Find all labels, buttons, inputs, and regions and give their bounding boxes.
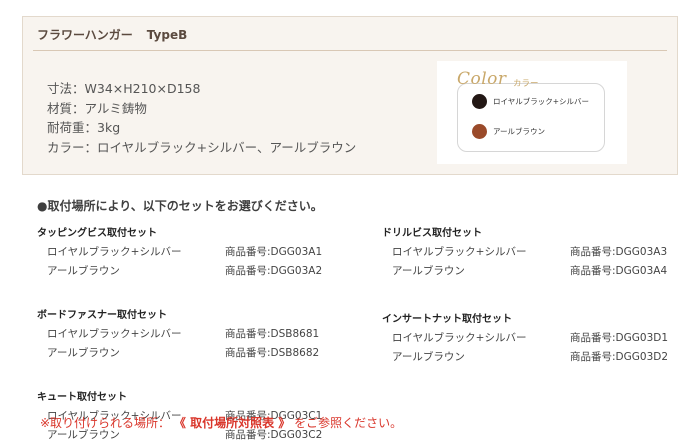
product-number-value: DGG03A2 xyxy=(270,265,323,277)
product-number-prefix: 商品番号: xyxy=(225,347,271,359)
swatch-brown xyxy=(472,124,487,139)
set-item-row: ロイヤルブラック+シルバー 商品番号:DGG03D1 xyxy=(382,329,692,348)
product-number-value: DSB8682 xyxy=(270,347,320,359)
set-group: インサートナット取付セット ロイヤルブラック+シルバー 商品番号:DGG03D1 アー… xyxy=(382,311,692,367)
product-number-prefix: 商品番号: xyxy=(570,265,616,277)
spec-title: フラワーハンガー TypeB xyxy=(37,26,187,43)
swatch-black-silver xyxy=(472,94,487,109)
swatch-label: アールブラウン xyxy=(493,127,546,136)
item-product-number: 商品番号:DGG03A4 xyxy=(570,262,667,281)
product-number-prefix: 商品番号: xyxy=(225,265,271,277)
product-number-prefix: 商品番号: xyxy=(225,246,271,258)
product-number-value: DGG03A1 xyxy=(270,246,323,258)
set-group: タッピングビス取付セット ロイヤルブラック+シルバー 商品番号:DGG03A1 アール… xyxy=(37,225,367,281)
product-type: TypeB xyxy=(146,28,188,42)
item-color-name: ロイヤルブラック+シルバー xyxy=(47,328,182,340)
set-item-row: ロイヤルブラック+シルバー 商品番号:DGG03A1 xyxy=(37,243,367,262)
set-group: ドリルビス取付セット ロイヤルブラック+シルバー 商品番号:DGG03A3 アールブラ… xyxy=(382,225,692,281)
item-product-number: 商品番号:DGG03A1 xyxy=(225,243,322,262)
product-number-value: DSB8681 xyxy=(270,328,320,340)
spec-colors: カラー：ロイヤルブラック+シルバー、アールブラウン xyxy=(47,139,357,155)
set-title: キュート取付セット xyxy=(37,392,127,403)
footer-note: ※取り付けられる場所： 《 取付場所対照表 》 をご参照ください。 xyxy=(40,414,402,431)
spec-divider xyxy=(33,50,667,51)
set-group: ボードファスナー取付セット ロイヤルブラック+シルバー 商品番号:DSB8681 アー… xyxy=(37,307,367,363)
color-heading-kana: カラー xyxy=(513,79,539,89)
footer-prefix: ※取り付けられる場所： xyxy=(40,416,171,430)
swatch-label: ロイヤルブラック+シルバー xyxy=(493,97,590,106)
set-item-row: アールブラウン 商品番号:DGG03A4 xyxy=(382,262,692,281)
product-number-value: DGG03A3 xyxy=(615,246,668,258)
swatch-row-brown: アールブラウン xyxy=(472,124,545,139)
spec-dimensions: 寸法：W34×H210×D158 xyxy=(47,81,201,96)
color-card: ロイヤルブラック+シルバー アールブラウン xyxy=(457,83,605,152)
spec-material: 材質：アルミ鋳物 xyxy=(47,100,147,116)
item-color-name: アールブラウン xyxy=(392,351,465,363)
set-item-row: アールブラウン 商品番号:DSB8682 xyxy=(37,344,367,363)
item-product-number: 商品番号:DGG03D2 xyxy=(570,348,668,367)
spec-load-capacity: 耐荷重：3kg xyxy=(47,120,121,135)
product-name: フラワーハンガー xyxy=(37,28,133,42)
set-item-row: アールブラウン 商品番号:DGG03D2 xyxy=(382,348,692,367)
item-color-name: アールブラウン xyxy=(47,265,120,277)
spec-list: 寸法：W34×H210×D158 材質：アルミ鋳物 耐荷重：3kg カラー：ロイ… xyxy=(47,79,356,157)
set-title: ボードファスナー取付セット xyxy=(37,310,167,321)
item-product-number: 商品番号:DSB8681 xyxy=(225,325,319,344)
product-number-value: DGG03A4 xyxy=(615,265,668,277)
set-title: タッピングビス取付セット xyxy=(37,228,157,239)
spec-box: フラワーハンガー TypeB 寸法：W34×H210×D158 材質：アルミ鋳物 … xyxy=(22,16,678,175)
color-panel: ロイヤルブラック+シルバー アールブラウン Color カラー xyxy=(437,61,627,164)
item-color-name: ロイヤルブラック+シルバー xyxy=(392,246,527,258)
item-color-name: アールブラウン xyxy=(392,265,465,277)
product-number-prefix: 商品番号: xyxy=(570,246,616,258)
footer-suffix: をご参照ください。 xyxy=(294,416,403,430)
item-product-number: 商品番号:DGG03D1 xyxy=(570,329,668,348)
item-color-name: アールブラウン xyxy=(47,347,120,359)
product-number-prefix: 商品番号: xyxy=(570,351,616,363)
item-color-name: ロイヤルブラック+シルバー xyxy=(392,332,527,344)
swatch-row-black-silver: ロイヤルブラック+シルバー xyxy=(472,94,589,109)
product-number-value: DGG03D1 xyxy=(615,332,669,344)
item-product-number: 商品番号:DSB8682 xyxy=(225,344,319,363)
set-item-row: アールブラウン 商品番号:DGG03A2 xyxy=(37,262,367,281)
product-number-prefix: 商品番号: xyxy=(225,328,271,340)
set-title: インサートナット取付セット xyxy=(382,314,512,325)
mounting-chart-link[interactable]: 《 取付場所対照表 》 xyxy=(174,416,290,430)
item-color-name: ロイヤルブラック+シルバー xyxy=(47,246,182,258)
product-number-value: DGG03D2 xyxy=(615,351,669,363)
instruction-text: ●取付場所により、以下のセットをお選びください。 xyxy=(37,199,323,213)
set-title: ドリルビス取付セット xyxy=(382,228,482,239)
product-number-prefix: 商品番号: xyxy=(570,332,616,344)
color-heading: Color xyxy=(457,69,507,89)
set-item-row: ロイヤルブラック+シルバー 商品番号:DGG03A3 xyxy=(382,243,692,262)
item-product-number: 商品番号:DGG03A2 xyxy=(225,262,322,281)
item-product-number: 商品番号:DGG03A3 xyxy=(570,243,667,262)
set-item-row: ロイヤルブラック+シルバー 商品番号:DSB8681 xyxy=(37,325,367,344)
